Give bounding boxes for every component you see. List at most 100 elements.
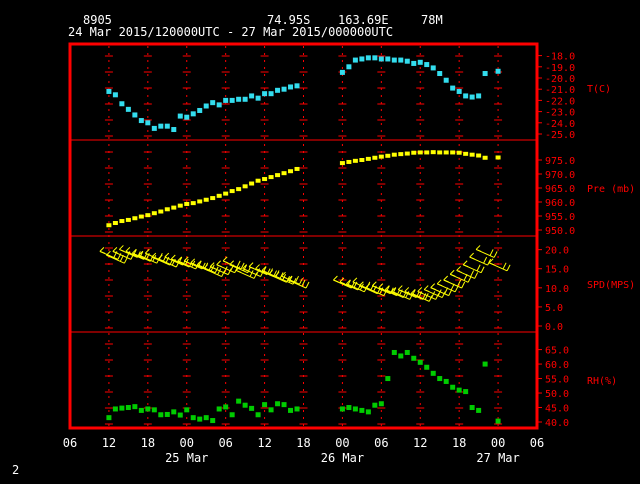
humidity-point bbox=[229, 412, 235, 418]
humidity-point bbox=[294, 406, 300, 412]
humidity-point bbox=[171, 409, 177, 415]
humidity-point bbox=[112, 406, 118, 412]
temperature-point bbox=[339, 69, 345, 75]
temperature-point bbox=[190, 111, 196, 117]
temperature-point bbox=[262, 91, 268, 97]
pressure-point bbox=[223, 191, 229, 196]
x-tick-label: 00 bbox=[335, 436, 349, 450]
humidity-point bbox=[482, 361, 488, 367]
humidity-point bbox=[450, 384, 456, 390]
humidity-point bbox=[417, 359, 423, 365]
temperature-point bbox=[216, 102, 222, 108]
temperature-point bbox=[164, 123, 170, 129]
pressure-point bbox=[281, 171, 287, 176]
station-elevation: 78M bbox=[421, 13, 443, 27]
x-tick-label: 06 bbox=[374, 436, 388, 450]
pressure-point bbox=[236, 187, 242, 192]
pressure-point bbox=[456, 150, 462, 155]
temperature-point bbox=[151, 125, 157, 131]
humidity-point bbox=[190, 415, 196, 421]
x-tick-label: 18 bbox=[452, 436, 466, 450]
temperature-point bbox=[229, 97, 235, 103]
humidity-point bbox=[365, 409, 371, 415]
y-tick-label: 955.0 bbox=[545, 212, 575, 223]
humidity-point bbox=[469, 405, 475, 411]
pressure-point bbox=[151, 211, 157, 216]
humidity-point bbox=[398, 353, 404, 359]
humidity-point bbox=[158, 412, 164, 418]
pressure-point bbox=[119, 219, 125, 224]
y-tick-label: 60.0 bbox=[545, 360, 569, 371]
temperature-point bbox=[268, 91, 274, 97]
temperature-point bbox=[125, 106, 131, 112]
y-tick-label: 10.0 bbox=[545, 284, 569, 295]
pressure-point bbox=[476, 153, 482, 158]
temperature-point bbox=[404, 58, 410, 64]
temperature-point bbox=[210, 100, 216, 106]
pressure-point bbox=[138, 214, 144, 219]
temperature-point bbox=[145, 120, 151, 126]
panel-label: RH(%) bbox=[587, 376, 617, 387]
y-tick-label: -23.0 bbox=[545, 108, 575, 119]
temperature-point bbox=[158, 123, 164, 129]
pressure-point bbox=[242, 184, 248, 189]
x-tick-label: 18 bbox=[296, 436, 310, 450]
pressure-point bbox=[255, 178, 261, 183]
humidity-point bbox=[145, 406, 151, 412]
temperature-point bbox=[184, 114, 190, 120]
humidity-point bbox=[236, 398, 242, 404]
pressure-point bbox=[190, 201, 196, 206]
temperature-point bbox=[132, 112, 138, 118]
y-tick-label: 950.0 bbox=[545, 226, 575, 237]
chart-background bbox=[0, 0, 640, 480]
pressure-point bbox=[177, 203, 183, 208]
humidity-point bbox=[242, 402, 248, 408]
panel-label: SPD(MPS) bbox=[587, 280, 635, 291]
y-tick-label: 965.0 bbox=[545, 184, 575, 195]
humidity-point bbox=[359, 407, 365, 413]
pressure-point bbox=[112, 221, 118, 225]
pressure-point bbox=[352, 158, 358, 163]
humidity-point bbox=[275, 401, 281, 407]
humidity-point bbox=[372, 402, 378, 408]
temperature-point bbox=[171, 127, 177, 133]
humidity-point bbox=[223, 404, 229, 410]
y-tick-label: -18.0 bbox=[545, 52, 575, 63]
temperature-point bbox=[495, 68, 501, 74]
pressure-point bbox=[145, 213, 151, 218]
temperature-point bbox=[463, 93, 469, 99]
y-tick-label: 975.0 bbox=[545, 156, 575, 167]
pressure-point bbox=[249, 181, 255, 186]
humidity-point bbox=[404, 349, 410, 355]
humidity-point bbox=[203, 415, 209, 421]
humidity-point bbox=[164, 411, 170, 417]
humidity-point bbox=[339, 406, 345, 412]
pressure-point bbox=[125, 217, 131, 222]
pressure-point bbox=[346, 159, 352, 164]
temperature-point bbox=[372, 55, 378, 61]
pressure-point bbox=[210, 196, 216, 201]
humidity-point bbox=[177, 412, 183, 418]
humidity-point bbox=[443, 378, 449, 384]
temperature-point bbox=[255, 95, 261, 101]
pressure-point bbox=[197, 199, 203, 204]
y-tick-label: -20.0 bbox=[545, 74, 575, 85]
temperature-point bbox=[391, 57, 397, 63]
pressure-point bbox=[184, 201, 190, 206]
humidity-point bbox=[437, 376, 443, 382]
date-label: 27 Mar bbox=[476, 451, 519, 465]
pressure-point bbox=[339, 161, 345, 166]
humidity-point bbox=[249, 405, 255, 411]
temperature-point bbox=[450, 85, 456, 91]
y-tick-label: 960.0 bbox=[545, 198, 575, 209]
humidity-point bbox=[391, 349, 397, 355]
y-tick-label: 40.0 bbox=[545, 418, 569, 429]
x-tick-label: 06 bbox=[218, 436, 232, 450]
humidity-point bbox=[262, 402, 268, 408]
x-tick-label: 06 bbox=[63, 436, 77, 450]
x-tick-label: 12 bbox=[413, 436, 427, 450]
y-tick-label: -24.0 bbox=[545, 119, 575, 130]
pressure-point bbox=[216, 193, 222, 198]
temperature-point bbox=[236, 96, 242, 102]
pressure-point bbox=[450, 150, 456, 155]
